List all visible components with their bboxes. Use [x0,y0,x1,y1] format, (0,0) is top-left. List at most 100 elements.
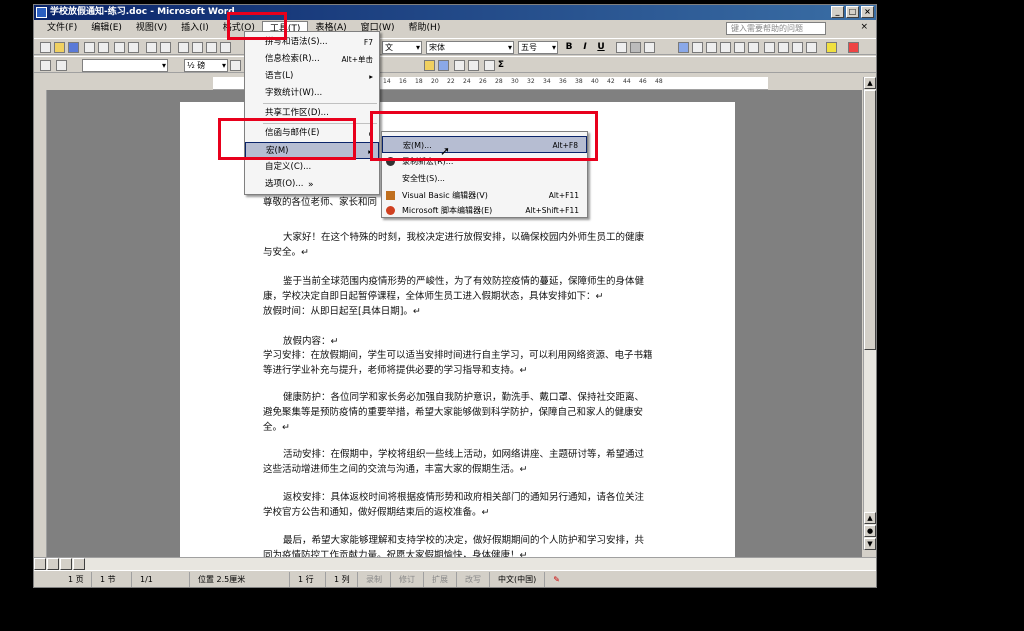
style-combo[interactable]: 文 [382,41,422,54]
menu-item-language[interactable]: 语言(L) ▸ [245,68,379,85]
minimize-button[interactable]: _ [831,6,844,18]
submenu-item-security[interactable]: 安全性(S)... [382,170,587,187]
justify-icon[interactable] [720,42,731,53]
menu-item-shared-workspace[interactable]: 共享工作区(D)... [245,105,379,122]
web-view-icon[interactable] [47,558,59,570]
email-icon[interactable] [98,42,109,53]
spelling-status-icon[interactable]: ✎ [545,572,568,587]
doc-paragraph: 放假内容：↵ [283,336,339,347]
save-icon[interactable] [68,42,79,53]
increase-indent-icon[interactable] [806,42,817,53]
open-icon[interactable] [54,42,65,53]
align-center-icon[interactable] [692,42,703,53]
horizontal-scrollbar[interactable] [34,557,876,570]
status-rec[interactable]: 录制 [358,571,391,587]
menu-bar: 文件(F) 编辑(E) 视图(V) 插入(I) 格式(O) 工具(T) 表格(A… [34,20,876,37]
status-column: 1 列 [326,571,358,587]
char-scale-icon[interactable] [644,42,655,53]
numbering-icon[interactable] [764,42,775,53]
status-ext[interactable]: 扩展 [424,571,457,587]
merge-cells-icon[interactable] [454,60,465,71]
maximize-button[interactable]: □ [846,6,859,18]
scroll-up-icon[interactable]: ▲ [864,77,876,89]
menu-item-word-count[interactable]: 字数统计(W)... [245,85,379,102]
menu-item-spelling[interactable]: 拼写和语法(S)... F7 [245,34,379,51]
underline-button[interactable]: U [594,41,608,54]
border-color-icon[interactable] [230,60,241,71]
bullets-icon[interactable] [778,42,789,53]
insert-table-icon[interactable] [438,60,449,71]
char-shading-icon[interactable] [630,42,641,53]
menu-edit[interactable]: 编辑(E) [84,21,129,36]
prev-page-icon[interactable]: ▲ [864,512,876,524]
menu-separator [263,103,377,104]
vertical-scrollbar[interactable]: ▲ ▲ ● ▼ [863,77,876,550]
menu-view[interactable]: 视图(V) [129,21,174,36]
print-preview-icon[interactable] [128,42,139,53]
cut-icon[interactable] [178,42,189,53]
submenu-item-macros[interactable]: 宏(M)... Alt+F8 [382,136,587,153]
ruler-tick-label: 16 [399,78,407,85]
doc-paragraph: 鉴于当前全球范围内疫情形势的严峻性，为了有效防控疫情的蔓延，保障师生的身体健康，… [263,276,645,302]
font-size-combo[interactable]: 五号 [518,41,558,54]
status-trk[interactable]: 修订 [391,571,424,587]
spelling-icon[interactable] [146,42,157,53]
table-draw-icon[interactable] [40,60,51,71]
close-button[interactable]: × [861,6,874,18]
split-cells-icon[interactable] [468,60,479,71]
menu-file[interactable]: 文件(F) [40,21,84,36]
outline-view-icon[interactable] [73,558,85,570]
next-page-icon[interactable]: ▼ [864,538,876,550]
menu-expand-icon[interactable]: » [308,180,314,190]
font-color-icon[interactable] [848,42,859,53]
mouse-cursor-icon: ➚ [440,144,451,158]
line-spacing-icon[interactable] [748,42,759,53]
status-position: 位置 2.5厘米 [190,571,290,587]
eraser-icon[interactable] [56,60,67,71]
ruler-tick-label: 36 [559,78,567,85]
word-app-icon [36,7,47,18]
menu-insert[interactable]: 插入(I) [174,21,216,36]
char-border-icon[interactable] [616,42,627,53]
line-style-combo[interactable] [82,59,168,72]
menu-item-customize[interactable]: 自定义(C)... [245,159,379,176]
menu-item-label: 安全性(S)... [402,174,445,183]
standard-toolbar: 文 宋体 五号 B I U [34,38,876,55]
align-right-icon[interactable] [706,42,717,53]
print-view-icon[interactable] [60,558,72,570]
copy-icon[interactable] [192,42,203,53]
menu-item-research[interactable]: 信息检索(R)... Alt+单击 [245,51,379,68]
help-search-input[interactable]: 键入需要帮助的问题 [726,22,826,35]
print-icon[interactable] [114,42,125,53]
menu-help[interactable]: 帮助(H) [402,21,448,36]
line-weight-combo[interactable]: ½ 磅 [184,59,228,72]
ruler-tick-label: 24 [463,78,471,85]
menu-item-macro[interactable]: 宏(M) ▸ [245,142,379,159]
normal-view-icon[interactable] [34,558,46,570]
decrease-indent-icon[interactable] [792,42,803,53]
paste-icon[interactable] [206,42,217,53]
font-combo[interactable]: 宋体 [426,41,514,54]
new-doc-icon[interactable] [40,42,51,53]
menu-item-label: 选项(O)... [265,179,304,189]
bold-button[interactable]: B [562,41,576,54]
doc-close-icon[interactable]: × [860,22,868,32]
menu-item-label: 宏(M) [266,146,289,156]
submenu-item-script-editor[interactable]: Microsoft 脚本编辑器(E) Alt+Shift+F11 [382,202,587,219]
format-painter-icon[interactable] [220,42,231,53]
highlight-icon[interactable] [826,42,837,53]
permission-icon[interactable] [84,42,95,53]
menu-item-letters-mailings[interactable]: 信函与邮件(E) ▸ [245,125,379,142]
align-left-icon[interactable] [678,42,689,53]
shading-color-icon[interactable] [424,60,435,71]
research-icon[interactable] [160,42,171,53]
tools-menu: 拼写和语法(S)... F7 信息检索(R)... Alt+单击 语言(L) ▸ 字数… [244,31,380,195]
italic-button[interactable]: I [578,41,592,54]
submenu-arrow-icon: ▸ [369,129,373,138]
submenu-item-record-macro[interactable]: 录制新宏(R)... [382,153,587,170]
scroll-thumb[interactable] [864,90,876,350]
distributed-icon[interactable] [734,42,745,53]
autosum-button[interactable]: Σ [494,59,508,72]
status-ovr[interactable]: 改写 [457,571,490,587]
select-browse-object-icon[interactable]: ● [864,525,876,537]
